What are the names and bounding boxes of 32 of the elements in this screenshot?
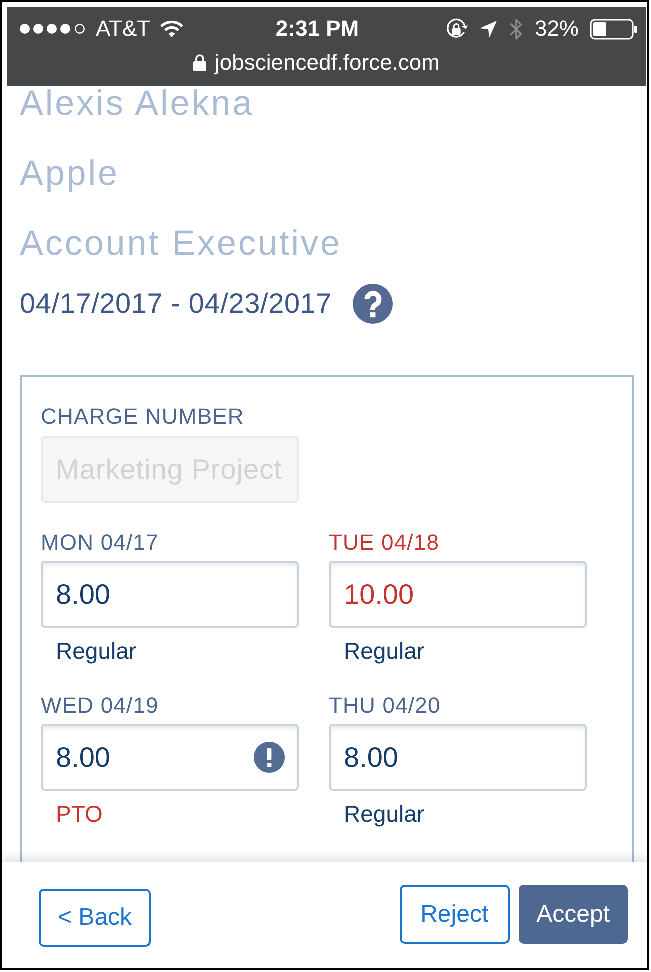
hours-field[interactable]: 8.00	[41, 561, 299, 628]
company-name: Apple	[20, 154, 120, 194]
day-label: TUE 04/18	[329, 530, 440, 556]
day-label: MON 04/17	[41, 530, 159, 556]
field-label: CHARGE NUMBER	[41, 404, 244, 430]
pay-type: PTO	[56, 801, 103, 827]
job-title: Account Executive	[20, 224, 342, 264]
signal-icon	[19, 23, 87, 35]
date-range: 04/17/2017 - 04/23/2017	[20, 287, 332, 321]
help-icon[interactable]	[353, 284, 394, 324]
battery-icon	[590, 18, 638, 40]
hours-field[interactable]: 8.00	[329, 724, 587, 791]
page-url: jobsciencedf.force.com	[215, 50, 440, 76]
pay-type: Regular	[344, 638, 425, 664]
hours-field[interactable]: 10.00	[329, 561, 587, 628]
day-label: WED 04/19	[41, 693, 159, 719]
hours-field[interactable]: 8.00	[41, 724, 299, 791]
day-label: THU 04/20	[329, 693, 441, 719]
reject-button[interactable]: Reject	[400, 885, 510, 944]
location-arrow-icon	[478, 20, 498, 38]
rotation-lock-icon	[444, 18, 468, 40]
back-button[interactable]: < Back	[39, 889, 152, 947]
bluetooth-icon	[508, 16, 524, 42]
accept-button[interactable]: Accept	[518, 885, 628, 944]
wifi-icon	[160, 20, 184, 38]
battery-percent: 32%	[534, 16, 579, 42]
pay-type: Regular	[344, 801, 425, 827]
clock-time: 2:31 PM	[276, 16, 360, 42]
lock-icon	[193, 54, 207, 72]
pay-type: Regular	[56, 638, 137, 664]
carrier-name: AT&T	[96, 16, 151, 42]
employee-name: Alexis Alekna	[20, 86, 254, 124]
